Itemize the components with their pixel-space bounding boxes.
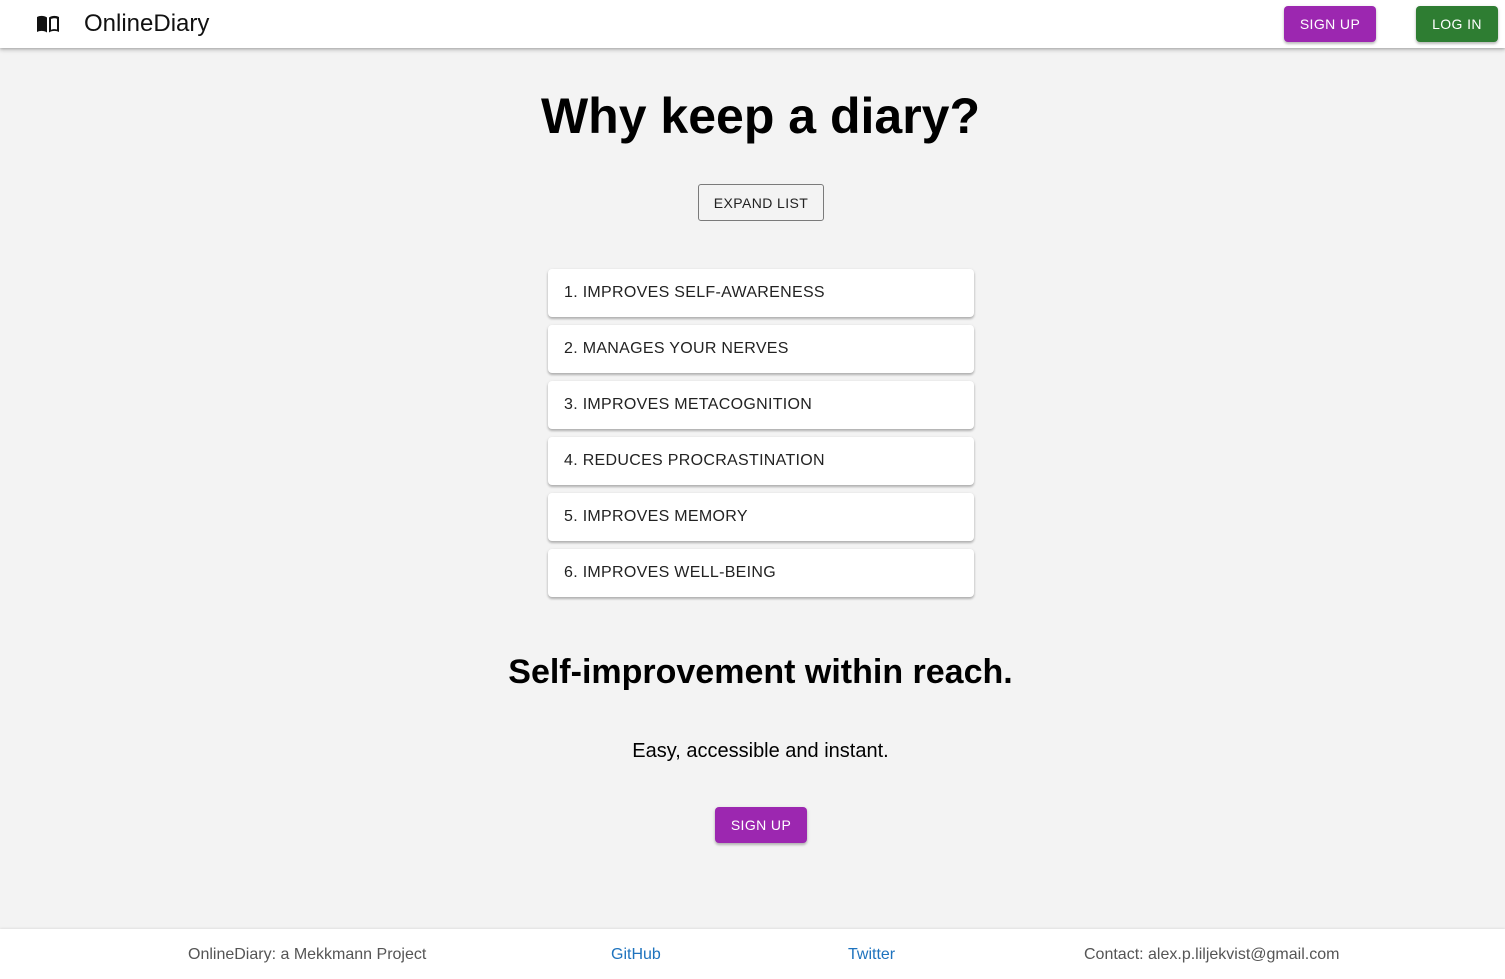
app-bar: OnlineDiary SIGN UP LOG IN	[0, 0, 1505, 48]
list-item[interactable]: 2. MANAGES YOUR NERVES	[548, 325, 974, 373]
brand-title[interactable]: OnlineDiary	[84, 10, 209, 38]
nav-signup-button[interactable]: SIGN UP	[1284, 6, 1376, 42]
list-item[interactable]: 4. REDUCES PROCRASTINATION	[548, 437, 974, 485]
section-subheading: Self-improvement within reach.	[508, 653, 1013, 691]
footer-contact-text: Contact: alex.p.liljekvist@gmail.com	[1084, 946, 1340, 963]
expand-list-button[interactable]: EXPAND LIST	[698, 184, 824, 221]
footer-project-text: OnlineDiary: a Mekkmann Project	[188, 946, 427, 963]
list-item[interactable]: 3. IMPROVES METACOGNITION	[548, 381, 974, 429]
tagline: Easy, accessible and instant.	[632, 740, 889, 762]
list-item[interactable]: 1. IMPROVES SELF-AWARENESS	[548, 269, 974, 317]
twitter-link[interactable]: Twitter	[848, 946, 895, 964]
github-link[interactable]: GitHub	[611, 946, 661, 964]
footer: OnlineDiary: a Mekkmann Project GitHub T…	[0, 929, 1505, 979]
cta-signup-button[interactable]: SIGN UP	[715, 807, 807, 843]
page-title: Why keep a diary?	[540, 88, 981, 144]
reasons-list: 1. IMPROVES SELF-AWARENESS 2. MANAGES YO…	[548, 269, 974, 605]
list-item[interactable]: 5. IMPROVES MEMORY	[548, 493, 974, 541]
nav-login-button[interactable]: LOG IN	[1416, 6, 1498, 42]
list-item[interactable]: 6. IMPROVES WELL-BEING	[548, 549, 974, 597]
open-book-icon	[36, 14, 60, 34]
